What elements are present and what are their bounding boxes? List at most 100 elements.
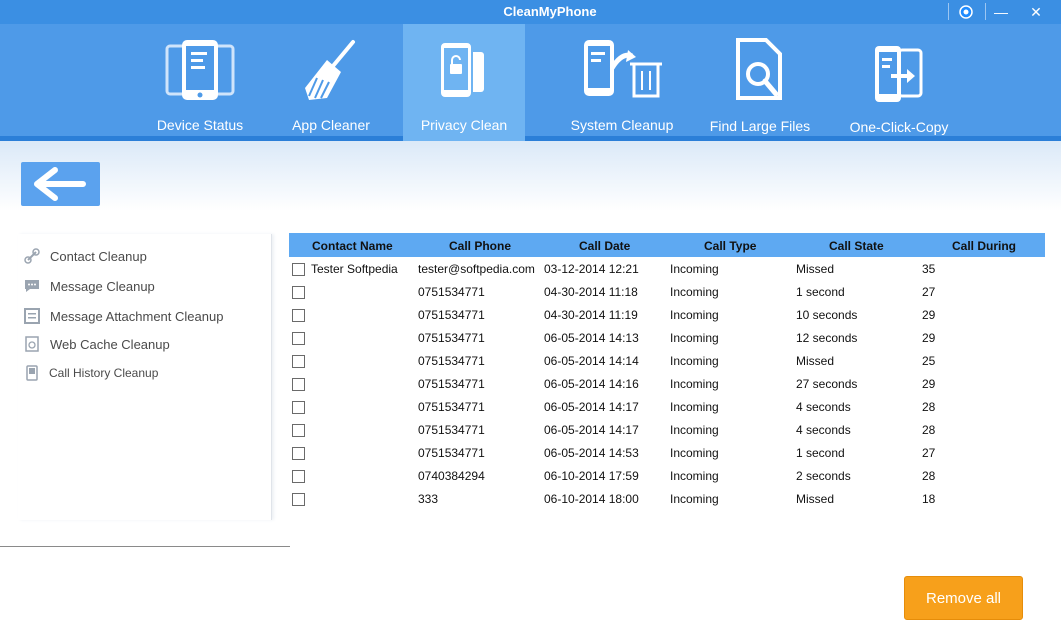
file-search-icon — [730, 38, 790, 105]
call-phone-cell: 0751534771 — [418, 400, 485, 414]
tab-device-status[interactable]: Device Status — [136, 24, 264, 141]
sidebar-item-label: Call History Cleanup — [49, 366, 159, 380]
call-date-cell: 03-12-2014 12:21 — [544, 262, 639, 276]
column-header-call-date[interactable]: Call Date — [579, 239, 630, 253]
call-state-cell: 1 second — [796, 285, 845, 299]
row-checkbox[interactable] — [292, 309, 305, 322]
call-phone-cell: 333 — [418, 492, 439, 506]
app-title: CleanMyPhone — [503, 4, 597, 19]
sidebar-item-label: Message Attachment Cleanup — [50, 309, 224, 324]
row-checkbox[interactable] — [292, 447, 305, 460]
call-during-cell: 28 — [922, 469, 936, 483]
gear-icon[interactable] — [951, 0, 981, 24]
tab-label: Find Large Files — [709, 118, 811, 134]
row-checkbox[interactable] — [292, 286, 305, 299]
call-type-cell: Incoming — [670, 400, 719, 414]
call-state-cell: 12 seconds — [796, 331, 858, 345]
remove-all-button[interactable]: Remove all — [904, 576, 1023, 620]
tab-label: System Cleanup — [570, 117, 674, 133]
call-state-cell: 4 seconds — [796, 400, 851, 414]
minimize-button[interactable]: — — [986, 0, 1016, 24]
call-history-icon — [26, 365, 38, 381]
call-during-cell: 29 — [922, 377, 936, 391]
call-state-cell: 27 seconds — [796, 377, 858, 391]
arrow-left-icon — [34, 167, 86, 201]
row-checkbox[interactable] — [292, 263, 305, 276]
sidebar-item-label: Web Cache Cleanup — [50, 337, 170, 352]
column-header-call-state[interactable]: Call State — [829, 239, 884, 253]
attachment-icon — [24, 308, 40, 324]
row-checkbox[interactable] — [292, 332, 305, 345]
call-state-cell: 4 seconds — [796, 423, 851, 437]
call-type-cell: Incoming — [670, 446, 719, 460]
call-during-cell: 29 — [922, 308, 936, 322]
contact-name-cell: Tester Softpedia — [311, 262, 398, 276]
tab-privacy-clean[interactable]: Privacy Clean — [403, 24, 525, 141]
column-header-contact-name[interactable]: Contact Name — [312, 239, 393, 253]
call-during-cell: 25 — [922, 354, 936, 368]
column-header-call-phone[interactable]: Call Phone — [449, 239, 511, 253]
call-date-cell: 06-10-2014 18:00 — [544, 492, 639, 506]
table-row[interactable]: 0751534771 06-05-2014 14:13 Incoming 12 sec… — [289, 327, 1045, 350]
table-header: Contact Name Call Phone Call Date Call T… — [289, 233, 1045, 257]
call-phone-cell: 0751534771 — [418, 354, 485, 368]
call-type-cell: Incoming — [670, 331, 719, 345]
call-type-cell: Incoming — [670, 262, 719, 276]
table-row[interactable]: 0740384294 06-10-2014 17:59 Incoming 2 seco… — [289, 465, 1045, 488]
back-button[interactable] — [21, 162, 100, 206]
chat-icon — [25, 280, 39, 292]
title-separator — [948, 3, 949, 20]
table-row[interactable]: 0751534771 06-05-2014 14:17 Incoming 4 seco… — [289, 396, 1045, 419]
column-header-call-type[interactable]: Call Type — [704, 239, 756, 253]
call-phone-cell: 0751534771 — [418, 377, 485, 391]
tab-label: App Cleaner — [292, 117, 370, 133]
call-date-cell: 06-05-2014 14:13 — [544, 331, 639, 345]
table-row[interactable]: 0751534771 06-05-2014 14:16 Incoming 27 sec… — [289, 373, 1045, 396]
tab-one-click-copy[interactable]: One-Click-Copy — [838, 24, 960, 141]
content-header-band — [0, 141, 1061, 211]
row-checkbox[interactable] — [292, 424, 305, 437]
tab-label: One-Click-Copy — [849, 119, 949, 135]
web-cache-icon — [25, 336, 39, 352]
row-checkbox[interactable] — [292, 401, 305, 414]
privacy-phone-icon — [434, 38, 494, 105]
tab-system-cleanup[interactable]: System Cleanup — [558, 24, 686, 141]
table-row[interactable]: 0751534771 04-30-2014 11:19 Incoming 10 sec… — [289, 304, 1045, 327]
table-row[interactable]: Tester Softpedia tester@softpedia.com 03-1… — [289, 258, 1045, 281]
call-during-cell: 28 — [922, 423, 936, 437]
row-checkbox[interactable] — [292, 378, 305, 391]
call-state-cell: 1 second — [796, 446, 845, 460]
column-header-call-during[interactable]: Call During — [952, 239, 1016, 253]
call-date-cell: 06-05-2014 14:53 — [544, 446, 639, 460]
call-phone-cell: 0751534771 — [418, 285, 485, 299]
tab-label: Device Status — [156, 117, 244, 133]
call-phone-cell: 0751534771 — [418, 308, 485, 322]
call-state-cell: 2 seconds — [796, 469, 851, 483]
tab-label: Privacy Clean — [420, 117, 508, 133]
call-phone-cell: tester@softpedia.com — [418, 262, 535, 276]
call-type-cell: Incoming — [670, 308, 719, 322]
call-date-cell: 06-10-2014 17:59 — [544, 469, 639, 483]
sidebar: Contact Cleanup Message Cleanup Message … — [18, 234, 272, 520]
table-row[interactable]: 0751534771 06-05-2014 14:17 Incoming 4 seco… — [289, 419, 1045, 442]
call-during-cell: 35 — [922, 262, 936, 276]
tab-find-large-files[interactable]: Find Large Files — [699, 24, 821, 141]
phone-trash-icon — [580, 38, 664, 105]
table-row[interactable]: 0751534771 04-30-2014 11:18 Incoming 1 seco… — [289, 281, 1045, 304]
row-checkbox[interactable] — [292, 470, 305, 483]
tab-app-cleaner[interactable]: App Cleaner — [270, 24, 392, 141]
call-date-cell: 06-05-2014 14:17 — [544, 423, 639, 437]
call-during-cell: 29 — [922, 331, 936, 345]
table-row[interactable]: 0751534771 06-05-2014 14:14 Incoming Missed… — [289, 350, 1045, 373]
close-button[interactable]: ✕ — [1021, 0, 1051, 24]
call-type-cell: Incoming — [670, 492, 719, 506]
row-checkbox[interactable] — [292, 493, 305, 506]
sidebar-divider — [0, 546, 290, 547]
call-phone-cell: 0740384294 — [418, 469, 485, 483]
call-type-cell: Incoming — [670, 285, 719, 299]
row-checkbox[interactable] — [292, 355, 305, 368]
call-date-cell: 06-05-2014 14:17 — [544, 400, 639, 414]
table-row[interactable]: 333 06-10-2014 18:00 Incoming Missed 18 — [289, 488, 1045, 511]
call-date-cell: 04-30-2014 11:18 — [544, 285, 638, 299]
table-row[interactable]: 0751534771 06-05-2014 14:53 Incoming 1 seco… — [289, 442, 1045, 465]
